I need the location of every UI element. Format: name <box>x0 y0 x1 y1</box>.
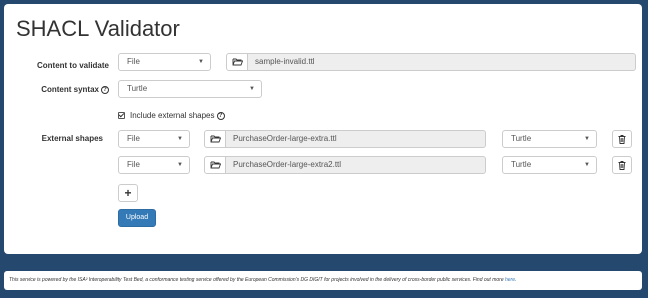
content-file-browse-button[interactable] <box>226 53 248 71</box>
external-file-group-2: PurchaseOrder-large-extra2.ttl <box>204 156 486 174</box>
trash-icon <box>618 160 626 170</box>
content-source-select[interactable]: File ▼ <box>118 53 211 71</box>
footer-text: This service is powered by the ISA² Inte… <box>9 277 505 283</box>
folder-open-icon <box>232 58 243 66</box>
external-file-name-1[interactable]: PurchaseOrder-large-extra.ttl <box>226 130 486 148</box>
add-external-shape-button[interactable]: + <box>118 184 138 202</box>
include-external-label: Include external shapes <box>130 111 215 120</box>
external-file-name-2[interactable]: PurchaseOrder-large-extra2.ttl <box>226 156 486 174</box>
content-syntax-label-text: Content syntax <box>41 85 99 94</box>
caret-down-icon: ▼ <box>584 162 590 168</box>
footer-end: . <box>515 277 517 283</box>
folder-open-icon <box>210 161 221 169</box>
include-external-row: Include external shapes ? <box>118 111 225 120</box>
external-source-select-1[interactable]: File ▼ <box>118 130 190 148</box>
content-file-group: sample-invalid.ttl <box>226 53 636 71</box>
content-source-value: File <box>127 57 140 66</box>
footer-link[interactable]: here <box>505 277 515 283</box>
folder-open-icon <box>210 135 221 143</box>
external-syntax-value-1: Turtle <box>511 134 532 143</box>
external-syntax-select-2[interactable]: Turtle ▼ <box>502 156 597 174</box>
main-panel: SHACL Validator Content to validate File… <box>4 4 642 254</box>
caret-down-icon: ▼ <box>198 59 204 65</box>
content-file-name[interactable]: sample-invalid.ttl <box>248 53 636 71</box>
remove-external-shape-button-1[interactable] <box>612 130 632 148</box>
external-shapes-label: External shapes <box>41 134 103 143</box>
remove-external-shape-button-2[interactable] <box>612 156 632 174</box>
help-circle-icon[interactable]: ? <box>216 111 225 120</box>
content-to-validate-label: Content to validate <box>36 61 109 70</box>
upload-button[interactable]: Upload <box>118 209 156 227</box>
trash-icon <box>618 134 626 144</box>
content-syntax-value: Turtle <box>127 84 148 93</box>
external-source-value-2: File <box>127 160 140 169</box>
footer: This service is powered by the ISA² Inte… <box>4 271 642 290</box>
external-file-browse-button-2[interactable] <box>204 156 226 174</box>
external-file-group-1: PurchaseOrder-large-extra.ttl <box>204 130 486 148</box>
caret-down-icon: ▼ <box>177 136 183 142</box>
external-syntax-select-1[interactable]: Turtle ▼ <box>502 130 597 148</box>
caret-down-icon: ▼ <box>249 86 255 92</box>
external-file-browse-button-1[interactable] <box>204 130 226 148</box>
page-title: SHACL Validator <box>16 16 180 41</box>
external-source-value-1: File <box>127 134 140 143</box>
caret-down-icon: ▼ <box>177 162 183 168</box>
include-external-checkbox[interactable] <box>118 112 125 119</box>
content-syntax-select[interactable]: Turtle ▼ <box>118 80 262 98</box>
help-circle-icon[interactable]: ? <box>101 85 109 94</box>
content-syntax-label: Content syntax? <box>24 85 109 94</box>
caret-down-icon: ▼ <box>584 136 590 142</box>
external-syntax-value-2: Turtle <box>511 160 532 169</box>
external-source-select-2[interactable]: File ▼ <box>118 156 190 174</box>
